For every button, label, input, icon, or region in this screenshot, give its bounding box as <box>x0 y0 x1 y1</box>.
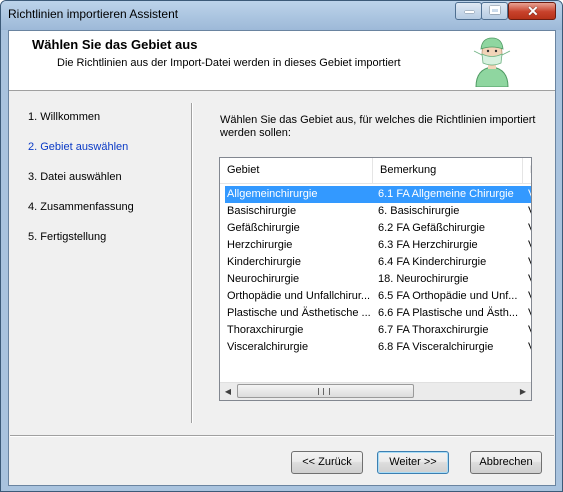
table-row[interactable]: Basischirurgie 6. Basischirurgie V <box>225 203 531 220</box>
maximize-button[interactable] <box>481 2 508 20</box>
table-row[interactable]: Gefäßchirurgie 6.2 FA Gefäßchirurgie V <box>225 220 531 237</box>
header-title: Wählen Sie das Gebiet aus <box>32 37 198 52</box>
wizard-client-area: Wählen Sie das Gebiet aus Die Richtlinie… <box>8 30 556 486</box>
cell-bemerkung: 6.6 FA Plastische und Ästh... <box>378 307 519 319</box>
cell-extra: V <box>528 271 531 288</box>
back-button[interactable]: << Zurück <box>291 451 363 474</box>
grip-icon <box>318 388 330 395</box>
cell-bemerkung: 6.1 FA Allgemeine Chirurgie <box>378 188 514 200</box>
column-header-extra[interactable]: H <box>523 158 531 183</box>
column-header-bemerkung[interactable]: Bemerkung <box>373 158 523 183</box>
cell-bemerkung: 6.8 FA Visceralchirurgie <box>378 341 494 353</box>
close-icon: ✕ <box>527 3 539 19</box>
cell-bemerkung: 6.5 FA Orthopädie und Unf... <box>378 290 518 302</box>
wizard-window: Richtlinien importieren Assistent ✕ Wähl… <box>0 0 563 492</box>
table-row[interactable]: Allgemeinchirurgie 6.1 FA Allgemeine Chi… <box>225 186 531 203</box>
minimize-icon <box>465 11 474 13</box>
cell-bemerkung: 18. Neurochirurgie <box>378 273 469 285</box>
gebiet-list[interactable]: Gebiet Bemerkung H Allgemeinchirurgie 6.… <box>219 157 532 401</box>
cancel-button[interactable]: Abbrechen <box>470 451 542 474</box>
cell-extra: V <box>528 322 531 339</box>
scroll-left-icon[interactable]: ◀ <box>220 384 236 399</box>
selection-prompt: Wählen Sie das Gebiet aus, für welches d… <box>220 114 536 139</box>
steps-divider <box>191 103 193 423</box>
table-row[interactable]: Herzchirurgie 6.3 FA Herzchirurgie V <box>225 237 531 254</box>
cell-extra: V <box>528 339 531 356</box>
step-gebiet-auswaehlen: 2. Gebiet auswählen <box>28 141 129 153</box>
maximize-icon <box>490 6 500 14</box>
scroll-right-icon[interactable]: ▶ <box>515 384 531 399</box>
horizontal-scrollbar[interactable]: ◀ ▶ <box>220 382 531 400</box>
surgeon-icon <box>473 37 511 87</box>
cell-gebiet: Plastische und Ästhetische ... <box>227 307 371 319</box>
table-row[interactable]: Kinderchirurgie 6.4 FA Kinderchirurgie V <box>225 254 531 271</box>
cell-bemerkung: 6. Basischirurgie <box>378 205 460 217</box>
cell-gebiet: Basischirurgie <box>227 205 297 217</box>
cell-bemerkung: 6.2 FA Gefäßchirurgie <box>378 222 485 234</box>
step-datei-auswaehlen: 3. Datei auswählen <box>28 171 122 183</box>
cell-extra: V <box>528 288 531 305</box>
cell-extra: V <box>528 254 531 271</box>
cell-bemerkung: 6.4 FA Kinderchirurgie <box>378 256 487 268</box>
cell-gebiet: Visceralchirurgie <box>227 341 309 353</box>
column-header-gebiet[interactable]: Gebiet <box>220 158 373 183</box>
table-row[interactable]: Plastische und Ästhetische ... 6.6 FA Pl… <box>225 305 531 322</box>
wizard-header: Wählen Sie das Gebiet aus Die Richtlinie… <box>9 31 555 91</box>
cell-gebiet: Allgemeinchirurgie <box>227 188 318 200</box>
footer-divider <box>10 435 554 437</box>
table-row[interactable]: Neurochirurgie 18. Neurochirurgie V <box>225 271 531 288</box>
step-willkommen: 1. Willkommen <box>28 111 101 123</box>
cell-extra: V <box>528 220 531 237</box>
table-row[interactable]: Visceralchirurgie 6.8 FA Visceralchirurg… <box>225 339 531 356</box>
cell-gebiet: Thoraxchirurgie <box>227 324 304 336</box>
minimize-button[interactable] <box>455 2 482 20</box>
cell-bemerkung: 6.3 FA Herzchirurgie <box>378 239 478 251</box>
cell-extra: V <box>528 203 531 220</box>
cell-gebiet: Kinderchirurgie <box>227 256 301 268</box>
title-bar[interactable]: Richtlinien importieren Assistent ✕ <box>1 1 562 30</box>
table-row[interactable]: Orthopädie und Unfallchirur... 6.5 FA Or… <box>225 288 531 305</box>
cell-gebiet: Herzchirurgie <box>227 239 293 251</box>
window-title: Richtlinien importieren Assistent <box>8 7 179 21</box>
cell-bemerkung: 6.7 FA Thoraxchirurgie <box>378 324 489 336</box>
close-button[interactable]: ✕ <box>508 2 556 20</box>
scrollbar-thumb[interactable] <box>237 384 414 398</box>
cell-extra: V <box>528 305 531 322</box>
step-zusammenfassung: 4. Zusammenfassung <box>28 201 134 213</box>
step-fertigstellung: 5. Fertigstellung <box>28 231 107 243</box>
next-button[interactable]: Weiter >> <box>377 451 449 474</box>
cell-extra: V <box>528 186 531 203</box>
cell-extra: V <box>528 237 531 254</box>
header-subtitle: Die Richtlinien aus der Import-Datei wer… <box>57 57 401 69</box>
table-row[interactable]: Thoraxchirurgie 6.7 FA Thoraxchirurgie V <box>225 322 531 339</box>
list-header: Gebiet Bemerkung H <box>220 158 531 184</box>
cell-gebiet: Gefäßchirurgie <box>227 222 300 234</box>
cell-gebiet: Neurochirurgie <box>227 273 300 285</box>
cell-gebiet: Orthopädie und Unfallchirur... <box>227 290 371 302</box>
